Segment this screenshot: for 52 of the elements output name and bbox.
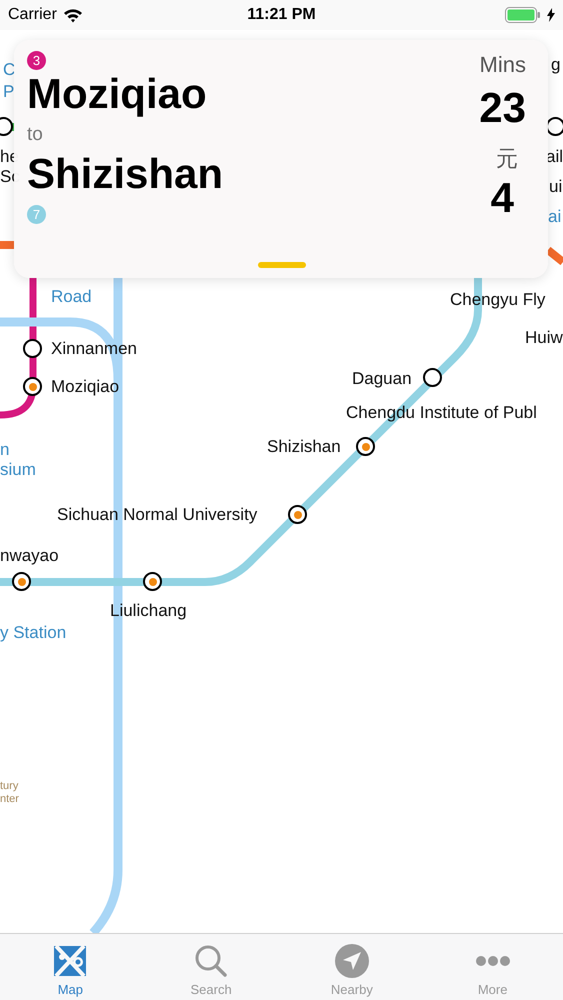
landmark-label: nter [0,793,19,806]
tab-bar-item[interactable]: Search [140,934,282,1000]
fare-amount: 4 [490,173,514,223]
fare-unit: 元 [496,145,518,173]
time-unit: Mins [480,51,526,79]
transfer-station-marker[interactable] [356,437,375,456]
station-label: Huiw [525,327,563,349]
station-marker[interactable] [423,368,442,387]
destination-station: Shizishan [27,150,224,198]
station-label: Xinnanmen [51,338,138,360]
station-label: Moziqiao [51,376,120,398]
route-card[interactable]: 3 Moziqiao to Shizishan 7 Mins 23 元 4 [14,40,548,278]
area-label: C [3,59,16,81]
carrier-label: Carrier [8,6,57,24]
transfer-station-marker[interactable] [12,572,31,591]
area-label: ai [548,206,562,228]
map-icon [52,943,88,979]
line-badge: 7 [27,205,46,224]
station-label: ail [546,146,563,168]
area-label: n [0,439,10,461]
tab-bar-item[interactable]: Nearby [282,934,422,1000]
station-label: Chengyu Fly [450,289,546,311]
landmark-label: tury [0,780,18,793]
station-marker[interactable] [23,339,42,358]
drag-handle[interactable] [258,262,306,268]
area-label: P [3,81,14,103]
tab-bar-item[interactable]: More [422,934,563,1000]
station-label: ui [549,176,562,198]
battery-icon [505,7,541,23]
origin-station: Moziqiao [27,70,207,118]
area-label: y Station [0,622,66,644]
clock-time: 11:21 PM [247,6,316,23]
station-label: Chengdu Institute of Publ [346,402,537,424]
station-label: nwayao [0,545,59,567]
station-label: g [551,54,560,76]
station-label: Sichuan Normal University [57,504,258,526]
tab-bar-item[interactable]: Map [0,934,141,1000]
station-label: Shizishan [267,436,341,458]
connector-label: to [27,123,43,147]
more-icon [474,955,511,967]
charging-icon [547,8,555,22]
search-icon [193,943,230,979]
area-label: Road [51,286,92,308]
line-badge: 3 [27,51,46,70]
station-label: Daguan [352,368,412,390]
wifi-icon [62,8,83,22]
travel-time: 23 [479,83,526,133]
area-label: sium [0,459,36,481]
transfer-station-marker[interactable] [143,572,162,591]
transfer-station-marker[interactable] [23,377,42,396]
transfer-station-marker[interactable] [288,505,307,524]
station-label: Liulichang [110,600,187,622]
